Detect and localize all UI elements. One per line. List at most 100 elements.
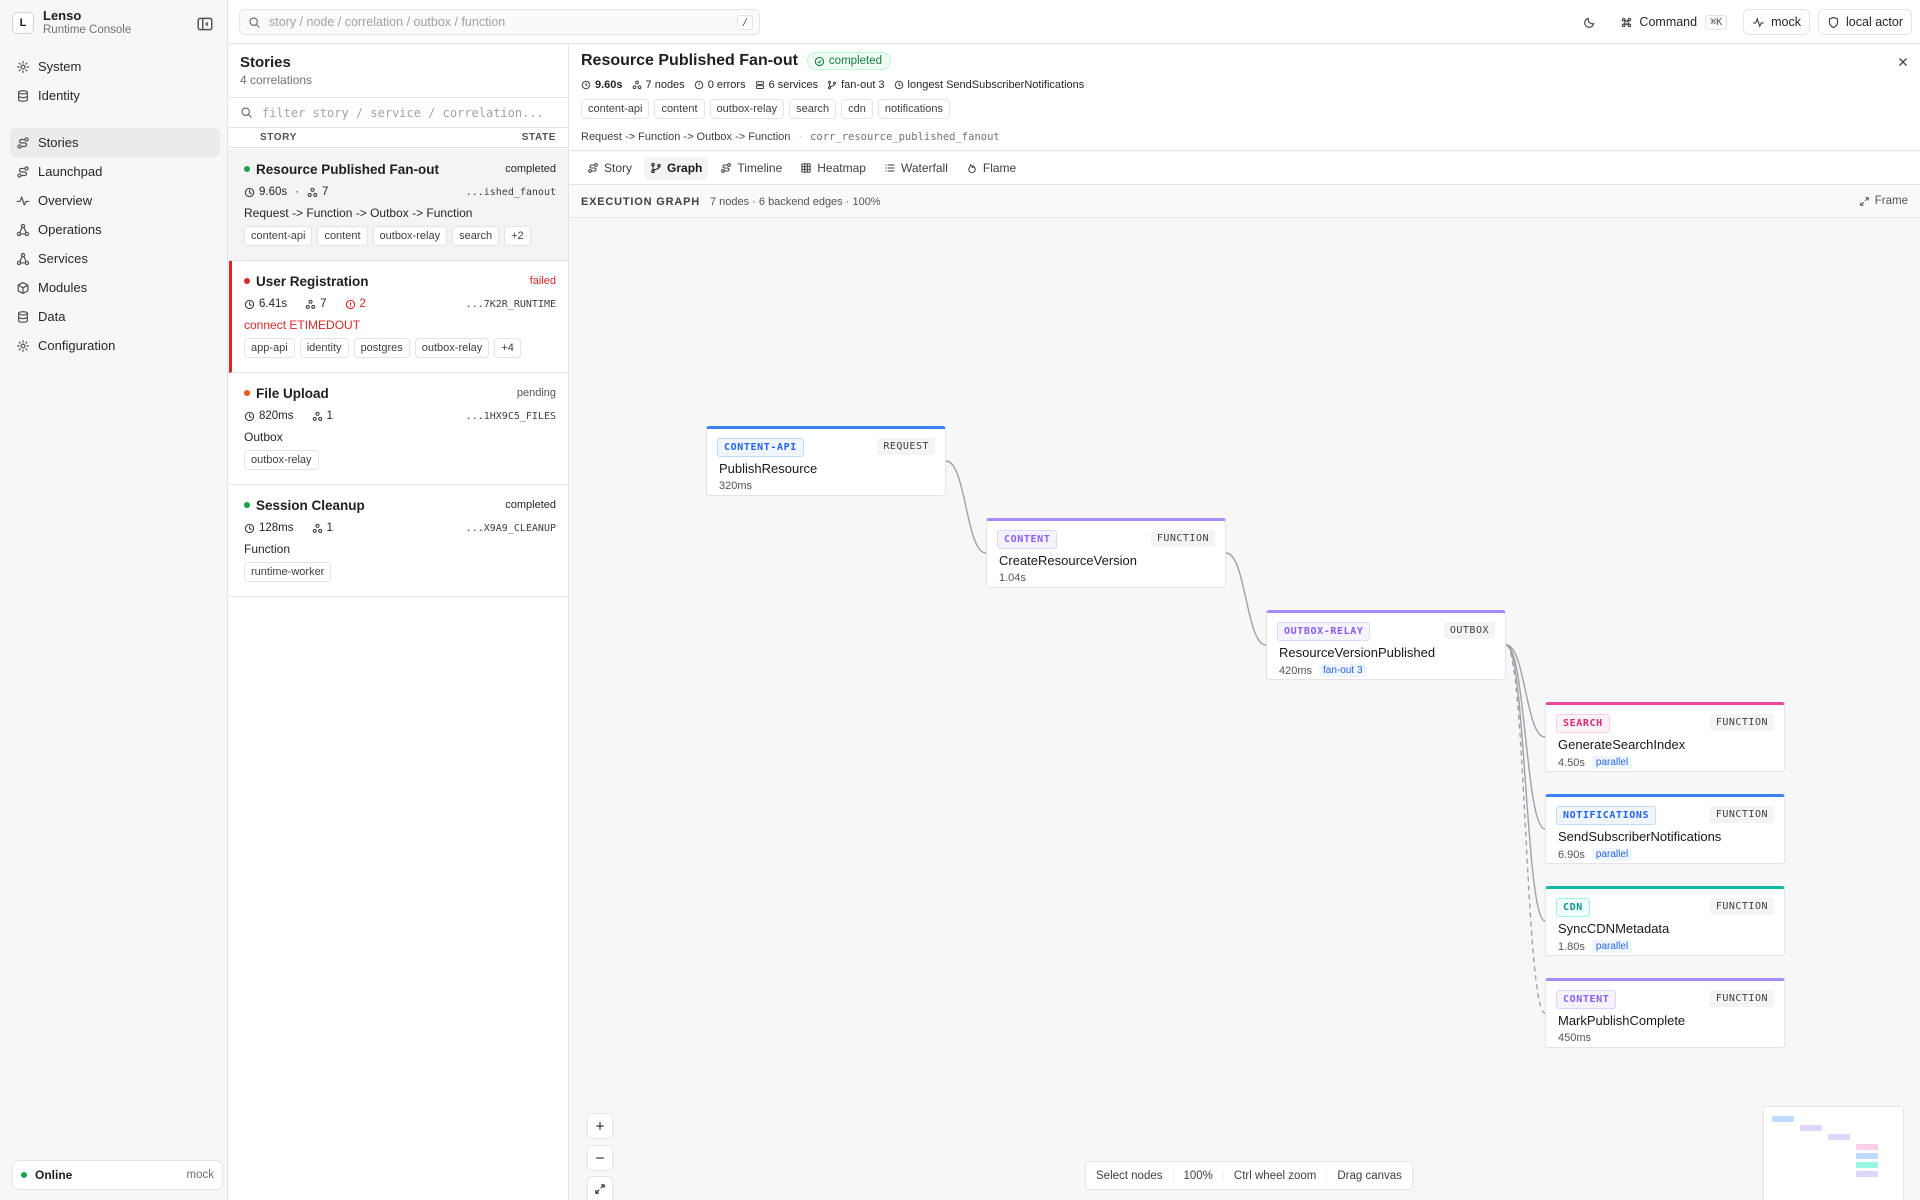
story-tags: content-api content outbox-relay search +2 [244, 226, 556, 246]
network-icon [16, 252, 30, 265]
global-search[interactable]: / [239, 9, 760, 35]
node-function-name: SendSubscriberNotifications [1558, 829, 1722, 844]
actor-button[interactable]: local actor [1818, 9, 1912, 35]
graph-node-resourceversionpublished[interactable]: OUTBOX-RELAY OUTBOX ResourceVersionPubli… [1266, 610, 1506, 680]
sidebar-item-label: Modules [38, 280, 88, 295]
service-tag: outbox-relay [244, 450, 319, 470]
tab-story[interactable]: Story [581, 157, 638, 180]
sidebar-item-label: Identity [38, 88, 80, 103]
service-tag: content [317, 226, 368, 246]
graph-node-createresourceversion[interactable]: CONTENT FUNCTION CreateResourceVersion 1… [986, 518, 1226, 588]
alert-icon [345, 299, 355, 309]
meta-fanout: fan-out 3 [827, 79, 885, 91]
sidebar-item-modules[interactable]: Modules [10, 273, 220, 302]
story-state: completed [505, 499, 556, 511]
detail-tag: outbox-relay [709, 99, 785, 119]
column-story: STORY [260, 132, 297, 143]
gear-icon [16, 339, 30, 352]
fit-view-button[interactable] [587, 1176, 613, 1200]
graph-node-generatesearchindex[interactable]: SEARCH FUNCTION GenerateSearchIndex 4.50… [1545, 702, 1785, 772]
sidebar-toggle-icon[interactable] [196, 15, 214, 33]
story-card[interactable]: Resource Published Fan-out completed 9.6… [229, 149, 568, 261]
command-icon [1622, 17, 1632, 27]
detail-tag: content-api [581, 99, 650, 119]
graph-node-publishresource[interactable]: CONTENT-API REQUEST PublishResource 320m… [706, 426, 946, 496]
node-chip: parallel [1591, 848, 1633, 861]
status-badge-label: completed [828, 55, 882, 67]
expand-icon [1859, 196, 1869, 206]
story-node-count: 7 [320, 298, 327, 310]
detail-tag: notifications [877, 99, 950, 119]
graph-minimap[interactable] [1763, 1106, 1904, 1200]
network-icon [16, 223, 30, 236]
sidebar-item-stories[interactable]: Stories [10, 128, 220, 157]
tab-heatmap[interactable]: Heatmap [794, 157, 872, 180]
story-card[interactable]: User Registration failed 6.41s 7 2 ...7K… [229, 261, 568, 373]
sidebar-item-overview[interactable]: Overview [10, 186, 220, 215]
sidebar-item-system[interactable]: System [10, 52, 220, 81]
sidebar-item-identity[interactable]: Identity [10, 81, 220, 110]
tab-timeline[interactable]: Timeline [714, 157, 788, 180]
node-function-name: SyncCDNMetadata [1558, 921, 1670, 936]
story-status-dot [244, 390, 250, 396]
sidebar-item-label: Stories [38, 135, 79, 150]
mode-button[interactable]: mock [1743, 9, 1811, 35]
graph-node-markpublishcomplete[interactable]: CONTENT FUNCTION MarkPublishComplete 450… [1545, 978, 1785, 1048]
sidebar-item-data[interactable]: Data [10, 302, 220, 331]
sidebar: L Lenso Runtime Console System Identity S… [0, 0, 228, 1200]
stories-filter[interactable] [229, 97, 568, 127]
stories-title: Stories [240, 54, 291, 71]
shield-icon [1828, 16, 1839, 28]
close-icon[interactable] [1896, 55, 1910, 69]
service-tag: app-api [244, 338, 295, 358]
plus-icon [596, 1122, 604, 1130]
node-service-badge: CONTENT [997, 530, 1058, 549]
sidebar-item-operations[interactable]: Operations [10, 215, 220, 244]
detail-tabs: Story Graph Timeline Heatmap Waterfall Flame [570, 152, 1920, 185]
graph-canvas[interactable]: CONTENT-API REQUEST PublishResource 320m… [570, 219, 1920, 1200]
story-node-count: 1 [326, 410, 333, 422]
command-button[interactable]: Command ⌘K [1612, 9, 1735, 35]
theme-toggle-button[interactable] [1575, 9, 1604, 35]
story-duration: 6.41s [259, 298, 288, 310]
nodes-icon [312, 411, 322, 421]
node-duration: 450ms [1558, 1032, 1592, 1044]
sidebar-item-services[interactable]: Services [10, 244, 220, 273]
topbar: / Command ⌘K mock local actor [229, 0, 1920, 44]
database-icon [18, 89, 28, 102]
sidebar-item-launchpad[interactable]: Launchpad [10, 157, 220, 186]
detail-flow: Request -> Function -> Outbox -> Functio… [581, 131, 791, 143]
minus-icon [596, 1157, 604, 1159]
frame-button[interactable]: Frame [1859, 195, 1908, 207]
story-card[interactable]: Session Cleanup completed 128ms 1 ...X9A… [229, 485, 568, 597]
stories-filter-input[interactable] [262, 105, 568, 120]
story-card[interactable]: File Upload pending 820ms 1 ...1HX9C5_FI… [229, 373, 568, 485]
nodes-icon [632, 80, 641, 90]
sidebar-item-configuration[interactable]: Configuration [10, 331, 220, 360]
service-tag: identity [299, 338, 349, 358]
detail-title: Resource Published Fan-out [581, 52, 798, 69]
activity-icon [16, 195, 30, 206]
app-name: Lenso [43, 8, 82, 23]
route-icon [588, 163, 598, 173]
detail-path: Request -> Function -> Outbox -> Functio… [581, 131, 1000, 143]
stories-column-header: STORY STATE [229, 127, 568, 148]
graph-node-synccdnmetadata[interactable]: CDN FUNCTION SyncCDNMetadata 1.80s parall… [1545, 886, 1785, 956]
story-status-dot [244, 502, 250, 508]
search-shortcut: / [736, 14, 753, 30]
server-icon [755, 81, 764, 89]
zoom-in-button[interactable] [587, 1113, 613, 1139]
tab-flame[interactable]: Flame [960, 157, 1022, 180]
node-function-name: CreateResourceVersion [999, 553, 1138, 568]
zoom-out-button[interactable] [587, 1145, 613, 1171]
stories-count: 4 correlations [240, 73, 313, 87]
tab-graph[interactable]: Graph [644, 156, 709, 180]
meta-separator: · [295, 186, 299, 198]
search-input[interactable] [269, 15, 737, 29]
graph-node-sendsubscribernotifications[interactable]: NOTIFICATIONS FUNCTION SendSubscriberNot… [1545, 794, 1785, 864]
story-correlation: ...7K2R_RUNTIME [465, 298, 556, 310]
grid-icon [801, 163, 811, 173]
tab-waterfall[interactable]: Waterfall [878, 157, 954, 180]
meta-errors: 0 errors [694, 79, 746, 91]
service-tag: content-api [244, 226, 313, 246]
